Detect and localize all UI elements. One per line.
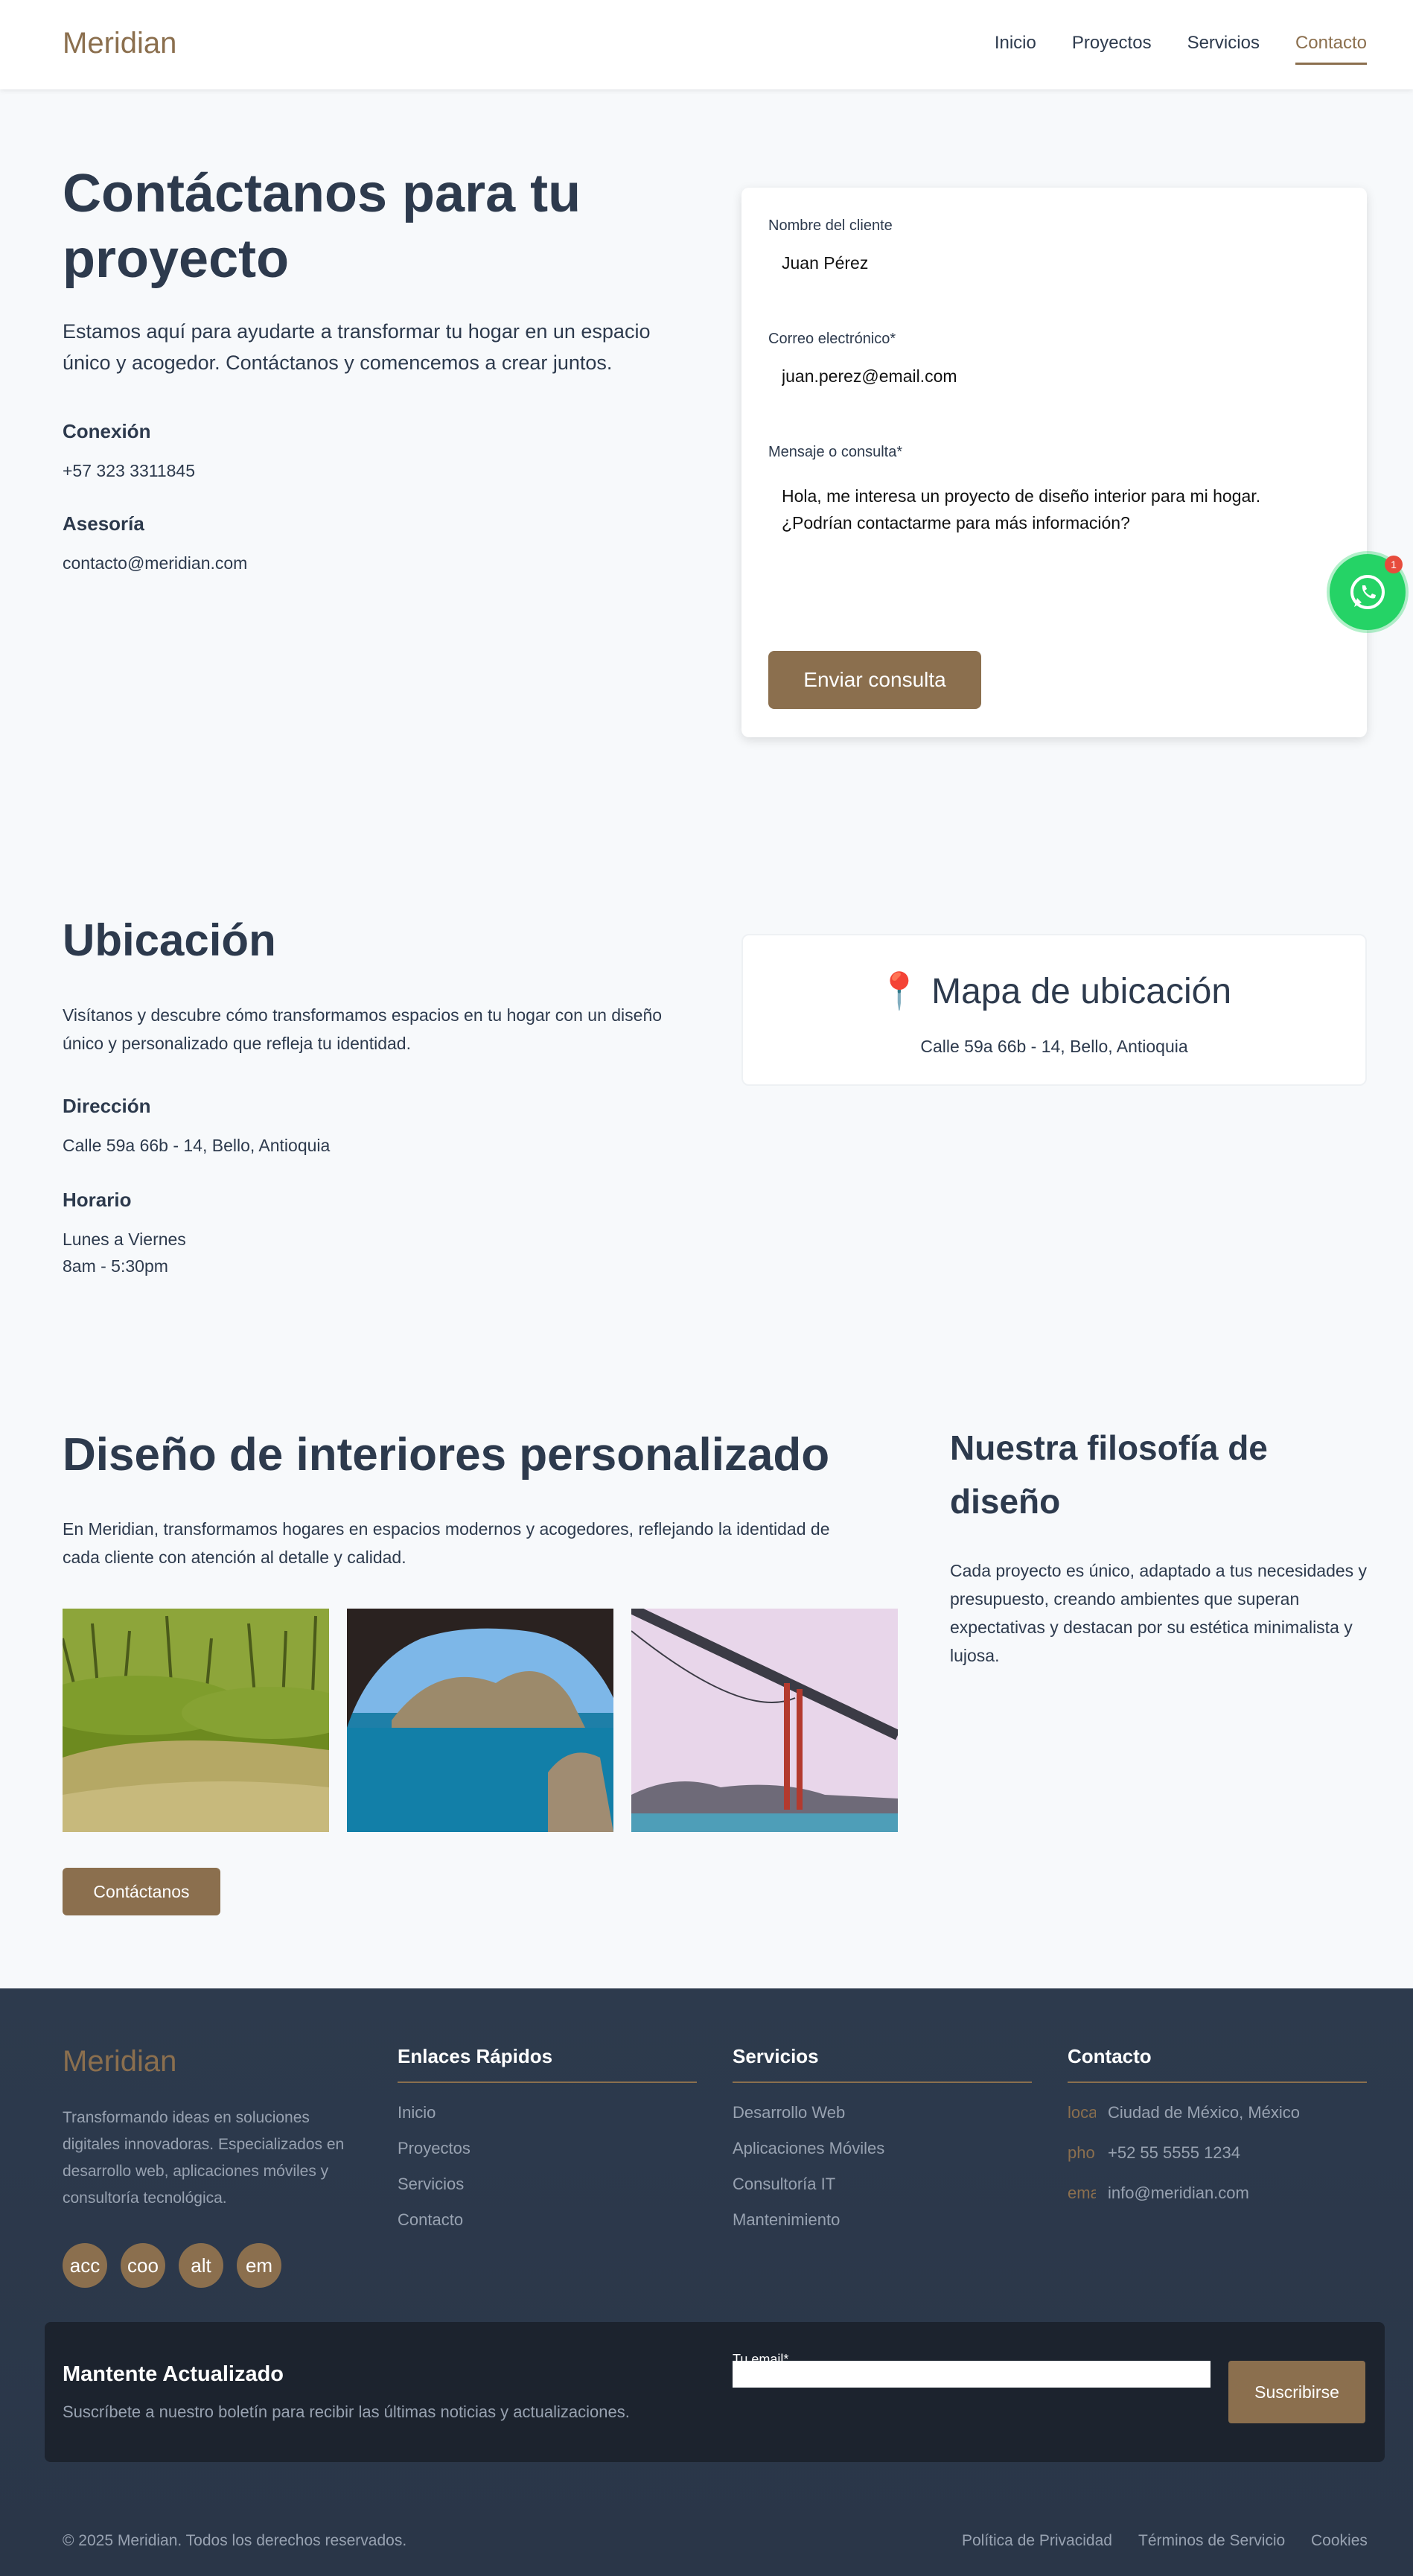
newsletter-box: Mantente Actualizado Suscríbete a nuestr…: [45, 2322, 1385, 2462]
golden-gate-bridge-image: [631, 1609, 898, 1832]
hours-days: Lunes a Viernes: [63, 1230, 186, 1249]
footer-email: info@meridian.com: [1108, 2184, 1249, 2202]
service-link-mobile[interactable]: Aplicaciones Móviles: [733, 2139, 884, 2158]
email-label: Correo electrónico*: [768, 331, 896, 347]
contact-title: Contáctanos para tu proyecto: [63, 164, 581, 289]
footer-link-servicios[interactable]: Servicios: [398, 2175, 464, 2194]
map-title-row: 📍 Mapa de ubicación: [743, 970, 1365, 1012]
newsletter-subtitle: Suscríbete a nuestro boletín para recibi…: [63, 2402, 630, 2421]
contact-subtitle: Estamos aquí para ayudarte a transformar…: [63, 320, 651, 374]
email-input[interactable]: [768, 357, 1340, 395]
connection-phone: +57 323 3311845: [63, 461, 196, 480]
advice-label: Asesoría: [63, 512, 144, 535]
send-inquiry-button[interactable]: Enviar consulta: [768, 651, 981, 709]
connection-label: Conexión: [63, 420, 151, 442]
whatsapp-icon: [1350, 575, 1385, 609]
hours-time: 8am - 5:30pm: [63, 1256, 168, 1276]
location-map[interactable]: 📍 Mapa de ubicación Calle 59a 66b - 14, …: [741, 934, 1367, 1086]
social-facebook-icon[interactable]: acc: [63, 2243, 107, 2288]
map-title: Mapa de ubicación: [931, 972, 1232, 1011]
whatsapp-button[interactable]: 1: [1330, 554, 1406, 630]
service-link-web[interactable]: Desarrollo Web: [733, 2103, 845, 2122]
design-title: Diseño de interiores personalizado: [63, 1429, 830, 1481]
philosophy-text: Cada proyecto es único, adaptado a tus n…: [950, 1561, 1368, 1665]
location-text: Visítanos y descubre cómo transformamos …: [63, 1005, 663, 1053]
nav-link-inicio[interactable]: Inicio: [995, 33, 1036, 65]
email-icon: ema: [1068, 2184, 1096, 2202]
map-pin-icon: 📍: [876, 972, 922, 1011]
footer-link-proyectos[interactable]: Proyectos: [398, 2139, 471, 2158]
footer-location: Ciudad de México, México: [1108, 2103, 1301, 2122]
message-textarea[interactable]: Hola, me interesa un proyecto de diseño …: [768, 474, 1340, 600]
location-icon: loca: [1068, 2103, 1096, 2122]
newsletter-email-input[interactable]: [733, 2361, 1211, 2388]
notification-badge: 1: [1385, 556, 1403, 573]
name-input[interactable]: [768, 244, 1340, 282]
contact-title-footer: Contacto: [1068, 2045, 1367, 2083]
contact-form: Nombre del cliente Correo electrónico* M…: [741, 188, 1367, 737]
subscribe-button[interactable]: Suscribirse: [1228, 2361, 1365, 2423]
footer-logo: Meridian: [63, 2045, 177, 2078]
design-text: En Meridian, transformamos hogares en es…: [63, 1519, 830, 1567]
newsletter-title: Mantente Actualizado: [63, 2362, 284, 2386]
nav-link-proyectos[interactable]: Proyectos: [1072, 33, 1152, 65]
footer-link-inicio[interactable]: Inicio: [398, 2103, 436, 2122]
top-navbar: Meridian Inicio Proyectos Servicios Cont…: [0, 0, 1413, 89]
hours-label: Horario: [63, 1189, 132, 1211]
location-title: Ubicación: [63, 915, 276, 965]
address-value: Calle 59a 66b - 14, Bello, Antioquia: [63, 1136, 331, 1155]
map-address: Calle 59a 66b - 14, Bello, Antioquia: [920, 1037, 1188, 1056]
social-email-icon[interactable]: em: [237, 2243, 281, 2288]
advice-email: contacto@meridian.com: [63, 553, 248, 573]
contact-us-button[interactable]: Contáctanos: [63, 1868, 220, 1915]
brand-logo[interactable]: Meridian: [63, 27, 176, 60]
footer-description: Transformando ideas en soluciones digita…: [63, 2109, 345, 2207]
name-label: Nombre del cliente: [768, 217, 893, 234]
terms-link[interactable]: Términos de Servicio: [1138, 2532, 1285, 2550]
copyright: © 2025 Meridian. Todos los derechos rese…: [63, 2532, 407, 2549]
sea-cave-image: [347, 1609, 613, 1832]
site-footer: Meridian Transformando ideas en solucion…: [0, 1988, 1413, 2576]
social-linkedin-icon[interactable]: alt: [179, 2243, 223, 2288]
nav-link-contacto[interactable]: Contacto: [1295, 33, 1367, 65]
phone-icon: pho: [1068, 2143, 1095, 2162]
privacy-link[interactable]: Política de Privacidad: [962, 2532, 1112, 2550]
forest-image: [63, 1609, 329, 1832]
services-title: Servicios: [733, 2045, 1032, 2083]
philosophy-title: Nuestra filosofía de diseño: [950, 1428, 1268, 1521]
service-link-maintenance[interactable]: Mantenimiento: [733, 2210, 840, 2230]
footer-phone: +52 55 5555 1234: [1108, 2143, 1241, 2162]
social-instagram-icon[interactable]: coo: [121, 2243, 165, 2288]
service-link-consulting[interactable]: Consultoría IT: [733, 2175, 835, 2194]
message-label: Mensaje o consulta*: [768, 444, 903, 460]
nav-link-servicios[interactable]: Servicios: [1187, 33, 1260, 65]
cookies-link[interactable]: Cookies: [1311, 2532, 1368, 2550]
footer-link-contacto[interactable]: Contacto: [398, 2210, 463, 2230]
nav-links: Inicio Proyectos Servicios Contacto: [995, 33, 1367, 65]
quick-links-title: Enlaces Rápidos: [398, 2045, 697, 2083]
address-label: Dirección: [63, 1095, 151, 1117]
